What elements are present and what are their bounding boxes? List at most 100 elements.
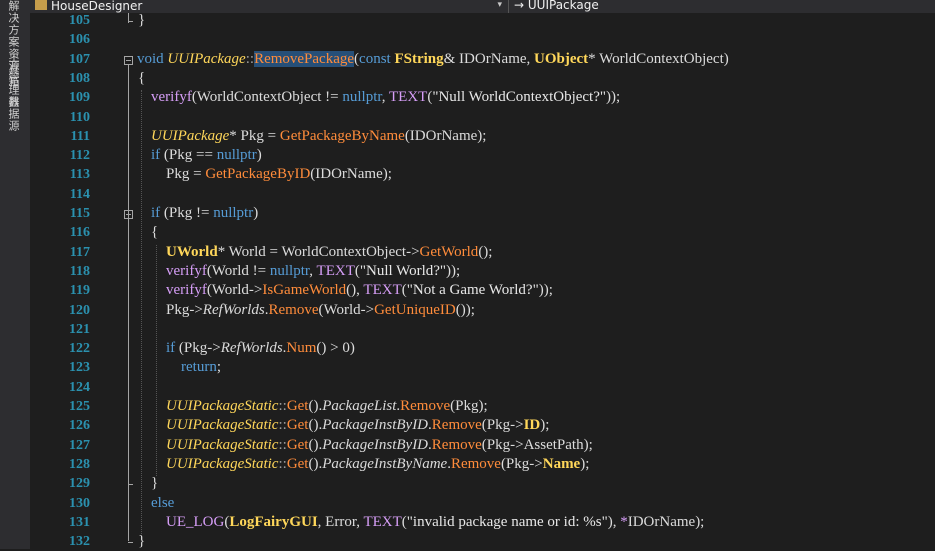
code-line[interactable]: UUIPackageStatic::Get().PackageInstByID.… [151, 416, 549, 435]
code-token: UUIPackage [151, 127, 230, 144]
code-token: (IDOrName); [404, 127, 487, 144]
line-number: 120 [69, 302, 90, 318]
chevron-down-icon[interactable]: ▾ [497, 0, 502, 11]
code-line[interactable]: UE_LOG(LogFairyGUI, Error, TEXT("invalid… [151, 513, 704, 532]
code-token: verifyf [151, 89, 192, 106]
line-number: 111 [70, 128, 90, 144]
line-number: 126 [69, 418, 90, 434]
code-token: TEXT [363, 282, 402, 299]
collapse-toggle-icon[interactable] [124, 55, 133, 65]
code-line[interactable]: verifyf(WorldContextObject != nullptr, T… [151, 88, 620, 107]
project-icon [35, 0, 47, 10]
code-line[interactable]: if (Pkg != nullptr) [151, 204, 258, 223]
code-editor[interactable]: 105 106 107 108 109 110 111 112 113 114 115 116 117 1… [30, 11, 935, 551]
code-token: (Pkg-> [175, 340, 221, 357]
code-line[interactable]: UWorld* World = WorldContextObject->GetW… [151, 243, 492, 262]
collapse-toggle-icon[interactable] [124, 210, 133, 219]
code-token: , [309, 262, 317, 279]
code-token: IsGameWorld [262, 282, 347, 299]
code-token: Name [542, 455, 581, 472]
code-token: "invalid package name or id: %s" [406, 513, 608, 530]
code-token: PackageInstByID [322, 436, 429, 453]
code-line[interactable]: UUIPackage* Pkg = GetPackageByName(IDOrN… [151, 127, 486, 146]
code-line[interactable]: } [151, 474, 158, 493]
code-line[interactable]: verifyf(World != nullptr, TEXT("Null Wor… [151, 262, 460, 281]
code-line[interactable]: Pkg->RefWorlds.Remove(World->GetUniqueID… [151, 301, 475, 320]
line-number: 121 [69, 321, 90, 337]
code-line[interactable]: UUIPackageStatic::Get().PackageInstByID.… [151, 436, 593, 455]
code-token: nullptr [213, 205, 254, 221]
code-token: Remove [400, 398, 451, 414]
code-line[interactable]: else [151, 494, 174, 513]
code-token: Num [286, 340, 317, 357]
line-number: 105 [69, 13, 90, 28]
code-token: verifyf [166, 282, 207, 299]
line-number: 116 [69, 225, 90, 241]
line-number: 132 [69, 534, 90, 550]
code-token: (Pkg-> [481, 417, 524, 434]
code-token: nullptr [216, 147, 257, 164]
code-token: nullptr [269, 262, 310, 279]
code-token: , [381, 89, 390, 106]
code-line[interactable]: return; [151, 358, 221, 377]
code-line[interactable]: } [138, 11, 145, 30]
code-token: ; [216, 359, 221, 376]
code-token: )); [606, 89, 621, 106]
code-token: (World != [206, 262, 270, 279]
scope-dropdown[interactable]: → UUIPackage [512, 0, 932, 13]
line-number-gutter: 105 106 107 108 109 110 111 112 113 114 115 116 117 1… [30, 13, 120, 549]
line-number: 128 [69, 456, 90, 472]
project-dropdown[interactable]: HouseDesigner ▾ [33, 0, 509, 13]
code-line[interactable]: UUIPackageStatic::Get().PackageInstByNam… [151, 455, 589, 474]
code-line[interactable]: void UUIPackage::RemovePackage(const FSt… [137, 50, 729, 69]
code-token: if [151, 205, 161, 221]
code-token: PackageList [322, 398, 397, 414]
code-token: UUIPackage [167, 50, 246, 67]
code-token: } [138, 12, 146, 28]
code-line[interactable]: { [138, 69, 145, 88]
tab-toolbox[interactable]: 工具箱 [5, 52, 21, 88]
code-line[interactable]: Pkg = GetPackageByID(IDOrName); [151, 165, 392, 184]
code-token: "Null WorldContextObject?" [432, 89, 606, 106]
code-token: UUIPackageStatic [166, 436, 279, 453]
code-token: :: [278, 417, 287, 434]
line-number: 118 [69, 263, 90, 279]
code-token: :: [278, 436, 287, 453]
code-token: UWorld [166, 243, 218, 260]
code-token: GetPackageByID [205, 166, 311, 183]
code-line[interactable]: if (Pkg == nullptr) [151, 146, 262, 165]
code-token: RefWorlds [202, 301, 265, 318]
side-panel-tabs: 解决方案资源管理器 工具箱 数据源 [0, 0, 31, 549]
code-token: Get [286, 398, 309, 414]
code-token: Remove [431, 436, 482, 453]
line-number: 122 [69, 341, 90, 357]
code-token: UObject [534, 50, 589, 67]
code-token: TEXT [389, 89, 428, 106]
code-token: if [166, 340, 176, 357]
line-number: 129 [69, 476, 90, 492]
code-token: Pkg = [151, 166, 206, 183]
code-token: UE_LOG [166, 513, 225, 530]
code-token: Remove [431, 417, 482, 434]
code-token: Get [286, 455, 309, 472]
code-token: :: [278, 455, 287, 472]
tab-data-sources[interactable]: 数据源 [5, 96, 21, 132]
fold-region-line [128, 219, 129, 484]
code-token: (Pkg-> [500, 455, 543, 472]
code-token: Remove [268, 301, 319, 318]
code-line[interactable]: verifyf(World->IsGameWorld(), TEXT("Not … [151, 281, 553, 300]
code-line[interactable]: UUIPackageStatic::Get().PackageList.Remo… [151, 397, 488, 416]
code-line[interactable]: { [151, 223, 158, 242]
fold-end-marker [128, 21, 133, 22]
code-line[interactable]: if (Pkg->RefWorlds.Num() > 0) [151, 339, 355, 358]
code-token: (), [346, 282, 364, 299]
line-number: 107 [69, 51, 90, 67]
code-line[interactable]: } [138, 532, 145, 551]
code-token: UUIPackageStatic [166, 455, 279, 472]
code-token: const [359, 50, 391, 67]
code-token: { [151, 224, 159, 241]
